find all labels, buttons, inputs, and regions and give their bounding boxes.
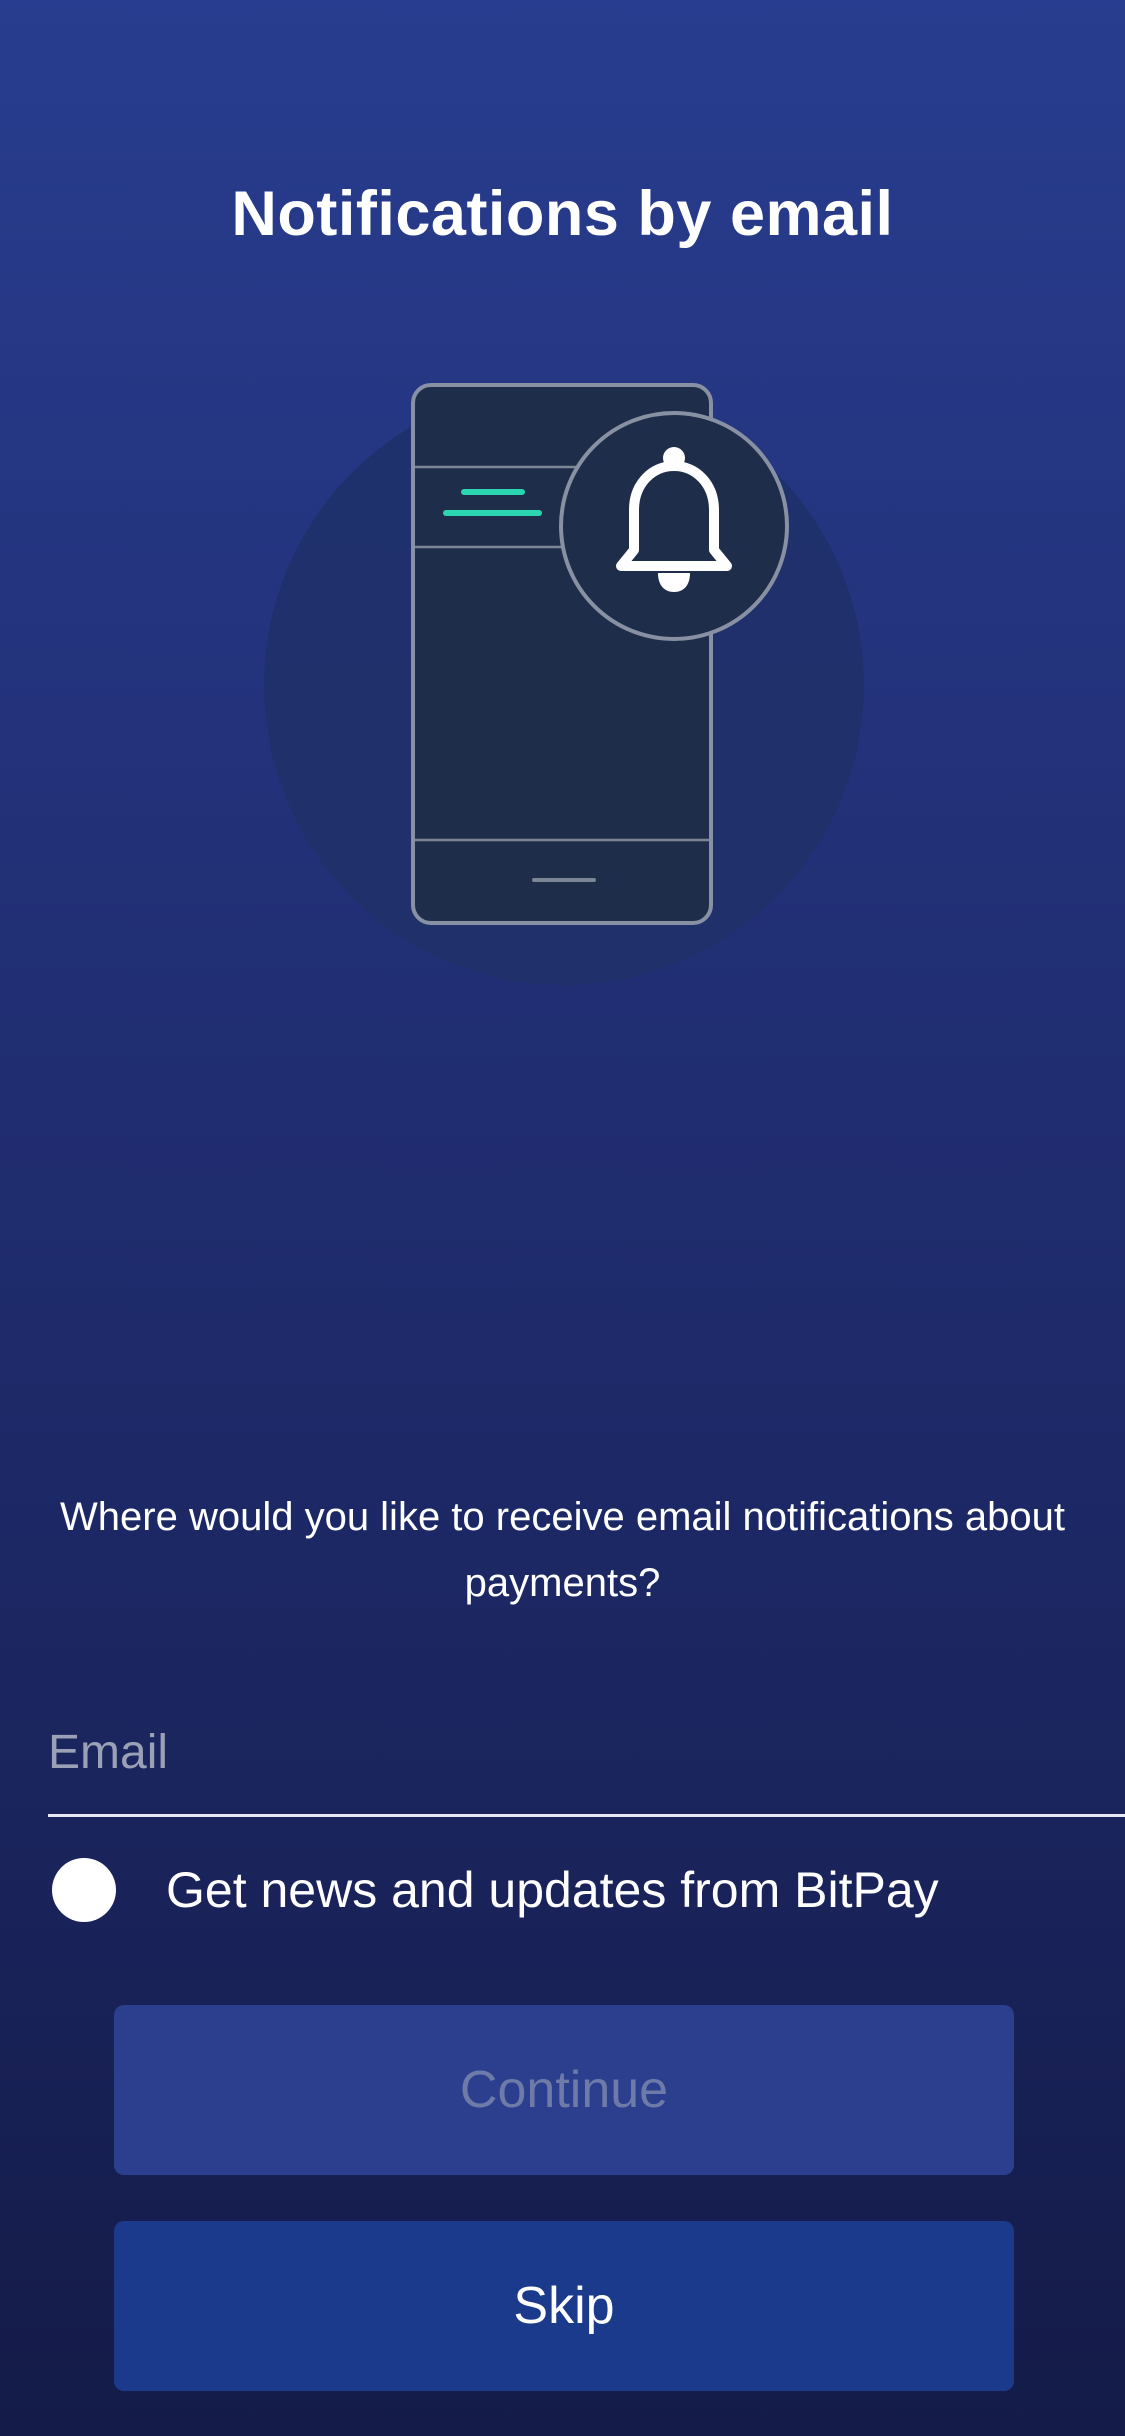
- page-title: Notifications by email: [231, 179, 894, 249]
- newsletter-checkbox-label: Get news and updates from BitPay: [166, 1862, 939, 1918]
- continue-button[interactable]: Continue: [114, 2005, 1014, 2175]
- bell-badge-circle: [559, 411, 789, 641]
- email-field[interactable]: [48, 1690, 1125, 1814]
- email-prompt-text: Where would you like to receive email no…: [60, 1495, 1065, 1605]
- phone-with-bell-illustration: [264, 380, 864, 990]
- newsletter-checkbox[interactable]: [52, 1858, 116, 1922]
- skip-button[interactable]: Skip: [114, 2221, 1014, 2391]
- email-field-container: [48, 1690, 1125, 1817]
- newsletter-checkbox-row[interactable]: Get news and updates from BitPay: [52, 1850, 1072, 1930]
